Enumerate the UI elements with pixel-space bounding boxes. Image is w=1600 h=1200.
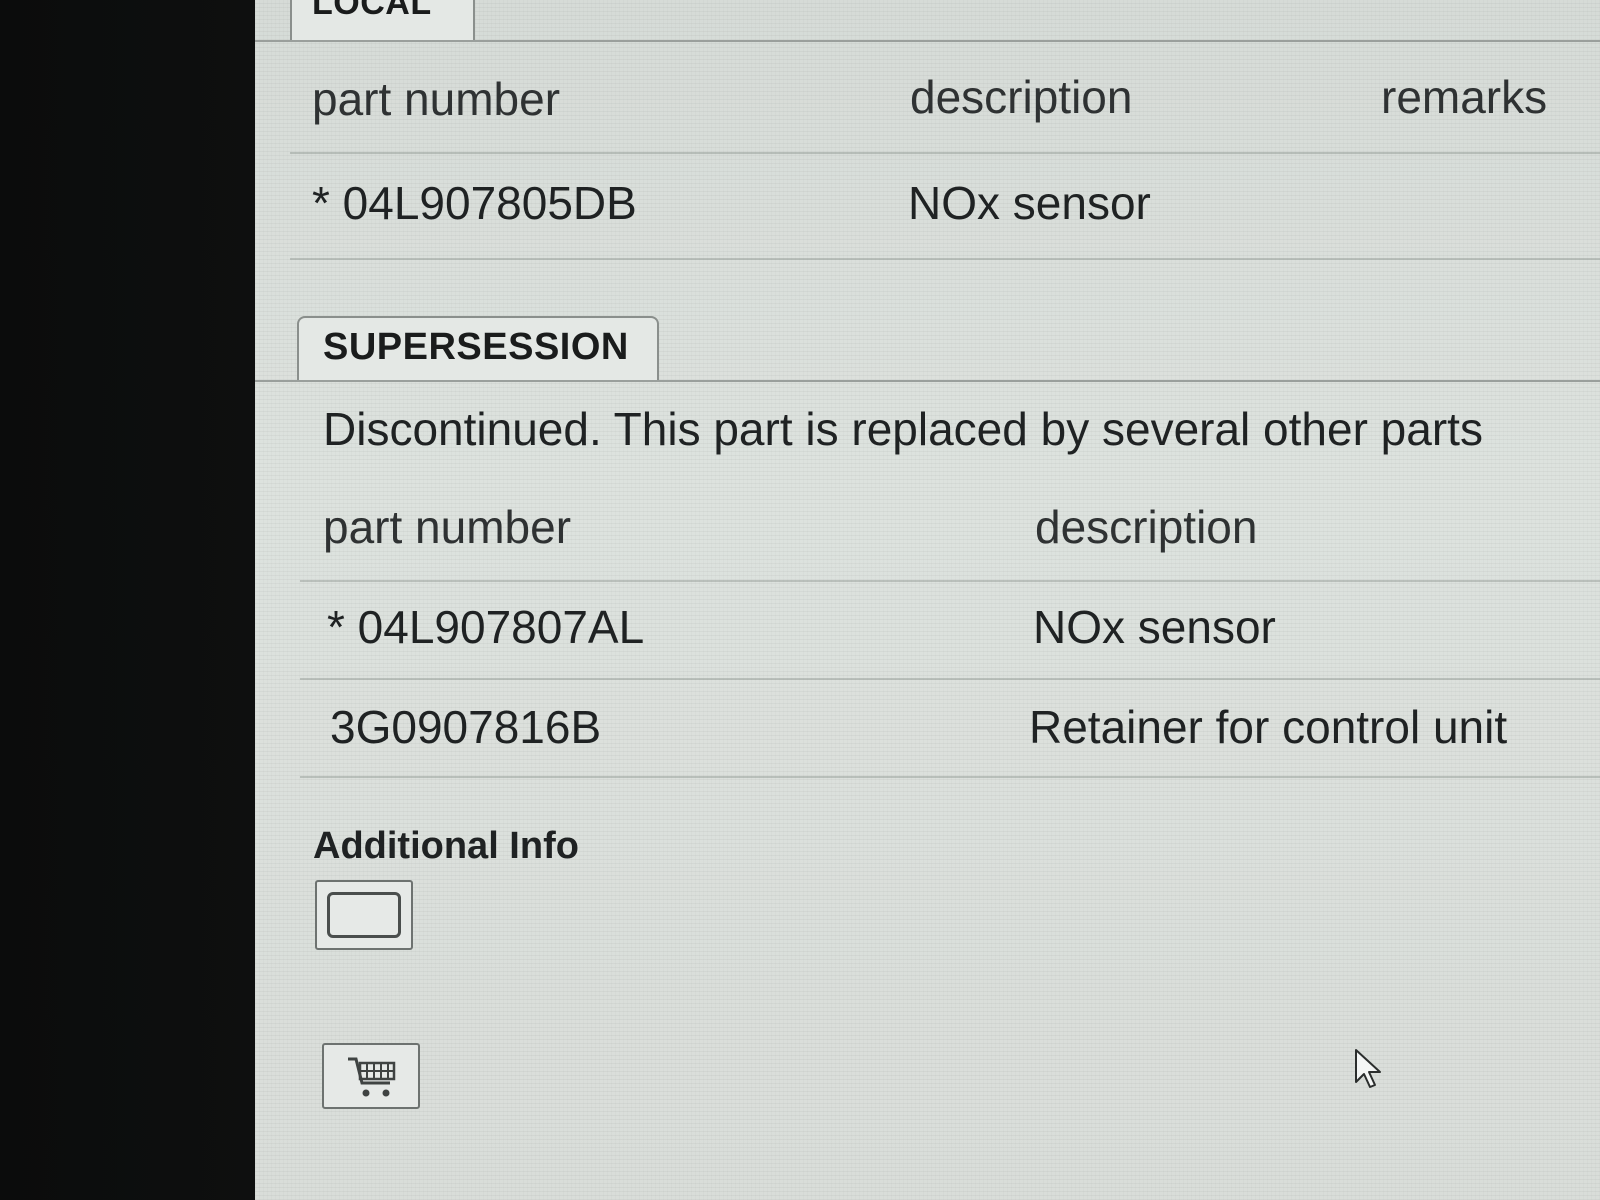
local-header-remarks: remarks: [1381, 71, 1548, 123]
tab-local[interactable]: LOCAL: [290, 0, 475, 40]
info-window-icon: [327, 892, 401, 938]
additional-info-label: Additional Info: [313, 825, 579, 867]
row-divider: [300, 580, 1600, 582]
row-divider: [290, 258, 1600, 260]
local-header-part-number: part number: [312, 73, 561, 125]
supersession-row-part-number[interactable]: 3G0907816B: [330, 700, 601, 754]
tab-local-label: LOCAL: [312, 0, 432, 22]
add-to-cart-button[interactable]: [322, 1043, 420, 1109]
supersession-row-description: NOx sensor: [1033, 601, 1276, 653]
tab-local-rule: [255, 40, 1600, 42]
tab-supersession-rule: [255, 380, 1600, 382]
local-row-description: NOx sensor: [908, 177, 1151, 229]
tab-supersession[interactable]: SUPERSESSION: [297, 316, 659, 380]
row-divider: [290, 152, 1600, 154]
supersession-row-description: Retainer for control unit: [1029, 701, 1508, 753]
parts-catalog-panel: LOCAL part number description remarks * …: [255, 0, 1600, 1200]
supersession-header-part-number: part number: [323, 501, 572, 553]
shopping-cart-icon: [348, 1057, 396, 1097]
mouse-cursor-icon: [1355, 1049, 1381, 1088]
discontinued-notice: Discontinued. This part is replaced by s…: [323, 403, 1483, 455]
supersession-header-description: description: [1035, 501, 1258, 553]
info-window-button[interactable]: [315, 880, 413, 950]
row-divider: [300, 776, 1600, 778]
supersession-row-part-number[interactable]: * 04L907807AL: [327, 600, 644, 654]
tab-supersession-label: SUPERSESSION: [323, 326, 629, 368]
local-header-description: description: [910, 71, 1133, 123]
row-divider: [300, 678, 1600, 680]
local-row-part-number[interactable]: * 04L907805DB: [312, 176, 637, 230]
